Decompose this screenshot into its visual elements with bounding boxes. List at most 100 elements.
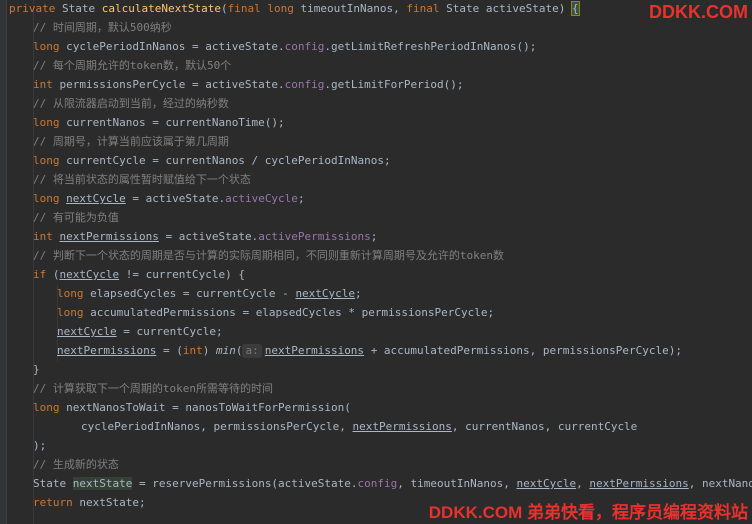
code-variable: nextCycle (57, 325, 117, 338)
code-comment-line[interactable]: // 周期号，计算当前应该属于第几周期 (33, 132, 229, 151)
code-variable: nextPermissions (59, 230, 159, 243)
code-variable: nextPermissions (264, 344, 365, 357)
code-token: cyclePeriodInNanos, permissionsPerCycle, (81, 420, 346, 433)
code-token: ( (52, 268, 60, 281)
code-variable: nextState (72, 477, 133, 490)
code-line-19[interactable]: nextPermissions = (int) min(a: nextPermis… (57, 341, 682, 360)
code-line-3[interactable]: long cyclePeriodInNanos = activeState.co… (33, 37, 536, 56)
code-token: long (57, 287, 84, 300)
code-token: long (33, 192, 60, 205)
code-line-15[interactable]: if (nextCycle != currentCycle) { (33, 265, 245, 284)
code-line-7[interactable]: long currentNanos = currentNanoTime(); (33, 113, 285, 132)
code-token: if (33, 268, 47, 281)
code-token: , timeoutInNanos, (397, 477, 510, 490)
code-line-27[interactable]: return nextState; (33, 493, 146, 512)
method-call: min (215, 344, 236, 357)
code-token: timeoutInNanos, (300, 2, 400, 15)
code-token: State (61, 2, 96, 15)
code-token: long (33, 40, 60, 53)
code-token: currentCycle = currentNanos / cyclePerio… (66, 154, 391, 167)
code-line-22[interactable]: long nextNanosToWait = nanosToWaitForPer… (33, 398, 351, 417)
code-token: .getLimitRefreshPeriodInNanos(); (324, 40, 537, 53)
code-token: final (406, 2, 440, 15)
code-token: accumulatedPermissions = elapsedCycles *… (90, 306, 495, 319)
code-token: long (33, 154, 60, 167)
code-line-26[interactable]: State nextState = reservePermissions(act… (33, 474, 752, 493)
code-variable: nextCycle (295, 287, 356, 300)
code-token: return (33, 496, 73, 509)
code-token: = ( (162, 344, 183, 357)
code-line-24[interactable]: ); (33, 436, 46, 455)
code-line-23[interactable]: cyclePeriodInNanos, permissionsPerCycle,… (81, 417, 637, 436)
code-token: int (33, 78, 53, 91)
code-token: long (33, 401, 60, 414)
code-field: config (357, 477, 398, 490)
code-token: + accumulatedPermissions, permissionsPer… (370, 344, 682, 357)
code-variable: nextPermissions (57, 344, 157, 357)
code-token: ; (355, 287, 362, 300)
code-line-20[interactable]: } (33, 360, 40, 379)
code-line-5[interactable]: int permissionsPerCycle = activeState.co… (33, 75, 464, 94)
code-editor[interactable]: private State calculateNextState(final l… (0, 0, 752, 524)
code-comment-line[interactable]: // 将当前状态的属性暂时赋值给下一个状态 (33, 170, 251, 189)
code-token: ; (370, 230, 378, 243)
parameter-hint: a: (242, 344, 262, 358)
code-variable: nextCycle (516, 477, 577, 490)
code-comment-line[interactable]: // 判断下一个状态的周期是否与计算的实际周期相同，不同则重新计算周期号及允许的… (33, 246, 504, 265)
code-token: int (182, 344, 203, 357)
code-token: , (576, 477, 583, 490)
watermark-bottom: DDKK.COM 弟弟快看，程序员编程资料站 (428, 503, 748, 522)
code-token: ( (235, 344, 243, 357)
code-token: ) (202, 344, 210, 357)
code-token: long (267, 2, 294, 15)
code-token: = reservePermissions(activeState. (138, 477, 358, 490)
code-token: , nextNanosToWait); (688, 477, 752, 490)
code-token: .getLimitForPeriod(); (324, 78, 464, 91)
code-line-17[interactable]: long accumulatedPermissions = elapsedCyc… (57, 303, 494, 322)
code-token: State (33, 477, 67, 490)
code-token: elapsedCycles = currentCycle - (90, 287, 289, 300)
code-token: State activeState) (446, 2, 566, 15)
code-token: nextNanosToWait = nanosToWaitForPermissi… (66, 401, 351, 414)
code-variable: nextCycle (66, 192, 126, 205)
code-field: activePermissions (258, 230, 371, 243)
code-line-9[interactable]: long currentCycle = currentNanos / cycle… (33, 151, 391, 170)
code-token: long (57, 306, 84, 319)
method-name: calculateNextState (101, 2, 221, 15)
matched-brace: { (571, 1, 580, 16)
code-field: config (284, 78, 325, 91)
code-variable: nextPermissions (352, 420, 452, 433)
code-token: ( (220, 2, 228, 15)
code-field: config (284, 40, 325, 53)
code-comment-line[interactable]: // 生成新的状态 (33, 455, 119, 474)
code-line-1[interactable]: private State calculateNextState(final l… (9, 0, 580, 18)
editor-gutter (0, 0, 7, 524)
code-token: cyclePeriodInNanos = activeState. (66, 40, 285, 53)
code-comment-line[interactable]: // 从限流器启动到当前，经过的纳秒数 (33, 94, 229, 113)
code-line-18[interactable]: nextCycle = currentCycle; (57, 322, 223, 341)
code-variable: nextCycle (59, 268, 120, 281)
code-token: != currentCycle) { (125, 268, 245, 281)
code-token: , currentNanos, currentCycle (451, 420, 638, 433)
code-token: currentNanos = currentNanoTime(); (66, 116, 285, 129)
code-variable: nextPermissions (589, 477, 689, 490)
code-field: activeCycle (225, 192, 298, 205)
code-token: int (33, 230, 53, 243)
code-token: final (227, 2, 261, 15)
code-comment-line[interactable]: // 有可能为负值 (33, 208, 119, 227)
code-token: = activeState. (165, 230, 259, 243)
code-token: = currentCycle; (123, 325, 223, 338)
code-comment-line[interactable]: // 每个周期允许的token数，默认50个 (33, 56, 231, 75)
code-line-13[interactable]: int nextPermissions = activeState.active… (33, 227, 377, 246)
code-token: ; (297, 192, 305, 205)
code-line-16[interactable]: long elapsedCycles = currentCycle - next… (57, 284, 362, 303)
code-comment-line[interactable]: // 时间周期，默认500纳秒 (33, 18, 172, 37)
watermark-top: DDKK.COM (649, 2, 748, 22)
code-comment-line[interactable]: // 计算获取下一个周期的token所需等待的时间 (33, 379, 273, 398)
code-line-11[interactable]: long nextCycle = activeState.activeCycle… (33, 189, 305, 208)
code-token: long (33, 116, 60, 129)
code-token: = activeState. (132, 192, 226, 205)
code-token: private (9, 2, 56, 15)
code-token: permissionsPerCycle = activeState. (59, 78, 285, 91)
code-token: nextState; (79, 496, 146, 509)
